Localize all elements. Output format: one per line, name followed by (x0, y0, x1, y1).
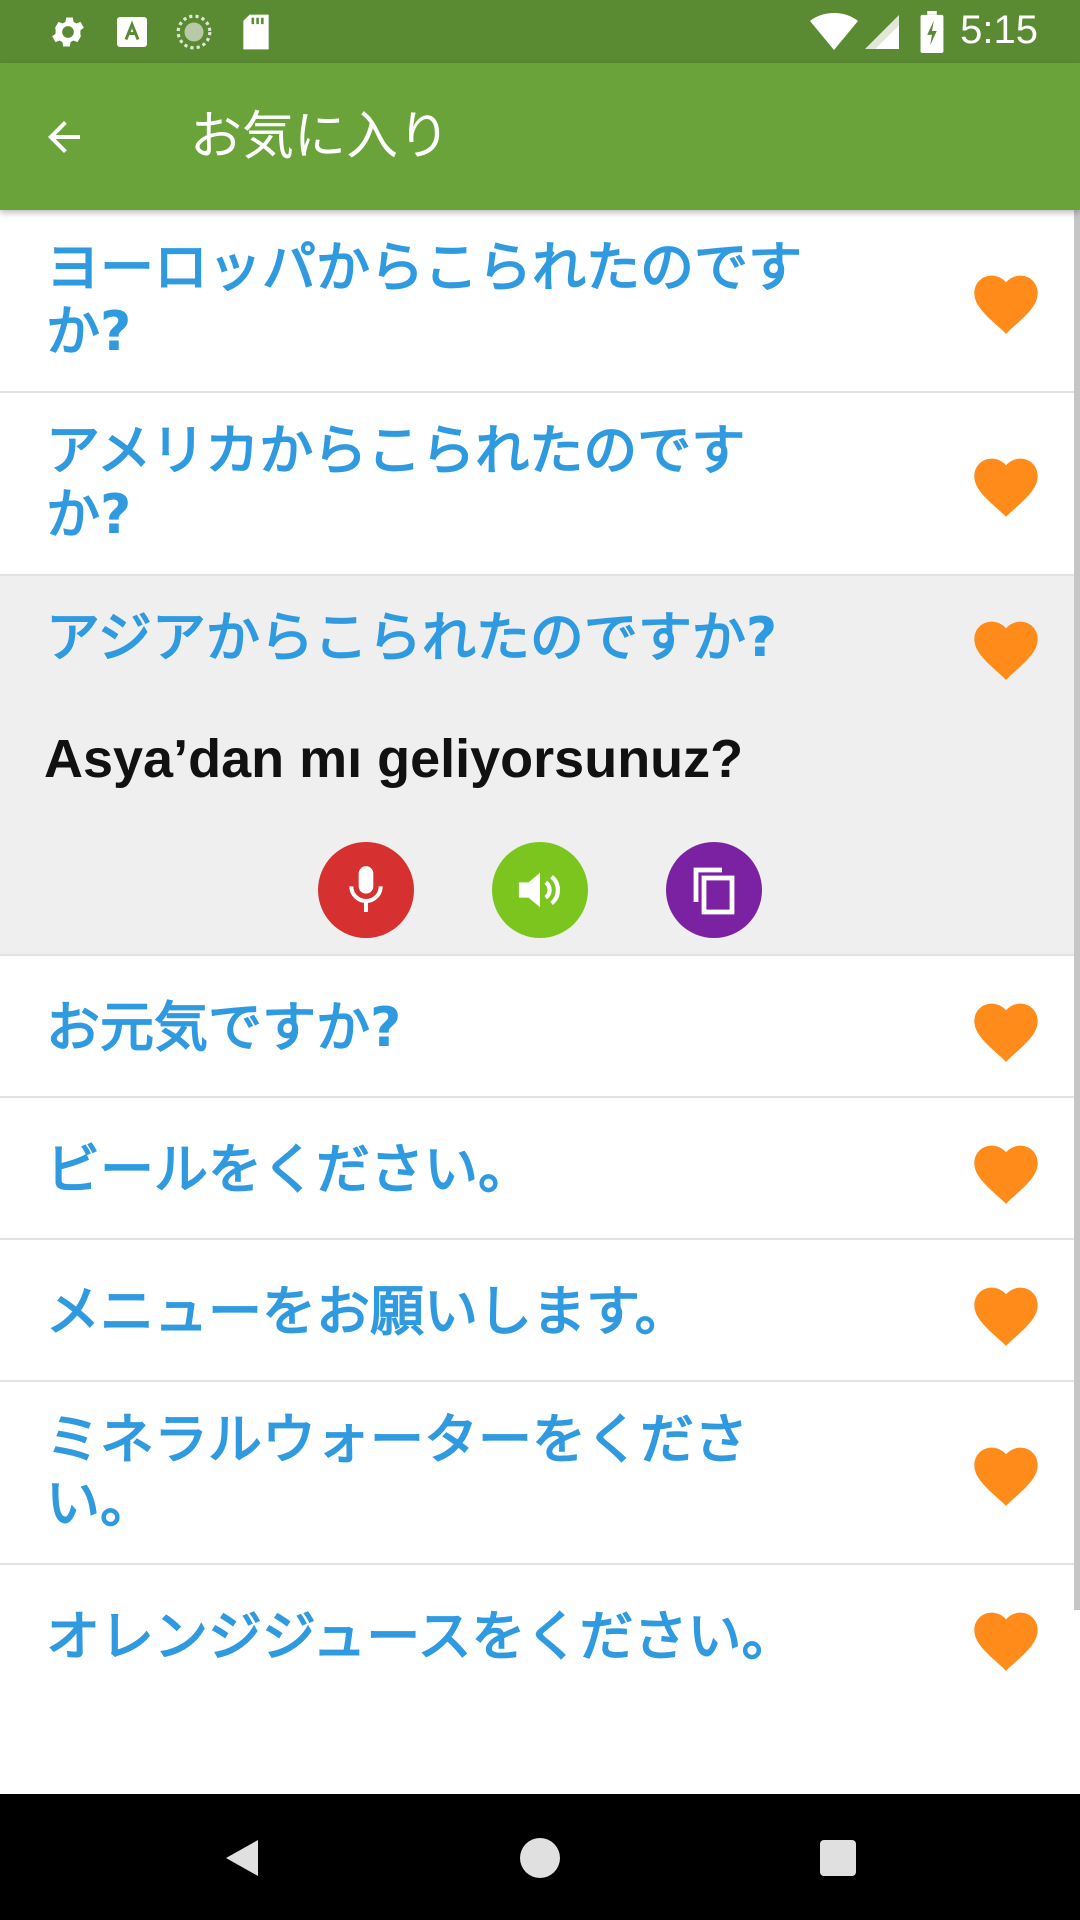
cell-signal-icon (862, 12, 902, 52)
nav-recents-icon (820, 1840, 856, 1876)
phrase-text: アメリカからこられたのですか? (46, 419, 746, 546)
list-item[interactable]: ミネラルウォーターをください。 (0, 1382, 1074, 1565)
phrase-text: お元気ですか? (46, 996, 402, 1059)
heart-icon[interactable] (968, 1438, 1044, 1508)
arrow-left-icon (48, 121, 80, 153)
heart-icon[interactable] (968, 612, 1044, 682)
sync-circle-icon (174, 12, 214, 52)
record-button[interactable] (318, 842, 414, 938)
clock: 5:15 (960, 8, 1038, 52)
status-bar: 5:15 (0, 0, 1080, 63)
phrase-text: メニューをお願いします。 (46, 1280, 689, 1343)
app-bar: お気に入り (0, 63, 1080, 210)
list-item[interactable]: ビールをください。 (0, 1098, 1074, 1240)
list-item[interactable]: メニューをお願いします。 (0, 1240, 1074, 1382)
action-buttons (0, 842, 1074, 938)
navigation-bar (0, 1794, 1080, 1920)
play-audio-button[interactable] (492, 842, 588, 938)
translation-text: Asya’dan mı geliyorsunuz? (44, 729, 744, 789)
nav-back-icon (226, 1840, 258, 1876)
heart-icon[interactable] (968, 994, 1044, 1064)
nav-back-button[interactable] (210, 1826, 274, 1890)
list-item[interactable]: お元気ですか? (0, 956, 1074, 1098)
phrase-text: ミネラルウォーターをください。 (46, 1408, 748, 1535)
microphone-icon (349, 866, 383, 912)
phrase-text: オレンジジュースをください。 (46, 1605, 796, 1668)
phrase-text: ビールをください。 (46, 1138, 532, 1201)
list-item[interactable]: オレンジジュースをください。 (0, 1565, 1074, 1715)
back-button[interactable] (30, 103, 98, 171)
phrase-text: アジアからこられたのですか? (46, 606, 778, 669)
nav-home-icon (520, 1838, 560, 1878)
nav-recents-button[interactable] (806, 1826, 870, 1890)
list-item-expanded[interactable]: アジアからこられたのですか? Asya’dan mı geliyorsunuz? (0, 576, 1074, 956)
gear-icon (48, 12, 88, 52)
heart-icon[interactable] (968, 449, 1044, 519)
wifi-icon (810, 12, 858, 52)
heart-icon[interactable] (968, 1136, 1044, 1206)
copy-icon (693, 867, 735, 915)
nav-home-button[interactable] (508, 1826, 572, 1890)
phrase-text: ヨーロッパからこられたのですか? (46, 236, 802, 363)
heart-icon[interactable] (968, 1603, 1044, 1673)
sd-card-icon (236, 12, 276, 52)
heart-icon[interactable] (968, 266, 1044, 336)
list-item[interactable]: アメリカからこられたのですか? (0, 393, 1074, 576)
favorites-list: ヨーロッパからこられたのですか? アメリカからこられたのですか? アジアからこら… (0, 210, 1074, 1715)
battery-charging-icon (914, 11, 950, 53)
font-a-icon (112, 12, 152, 52)
list-item[interactable]: ヨーロッパからこられたのですか? (0, 210, 1074, 393)
page-title: お気に入り (190, 107, 451, 167)
speaker-icon (518, 872, 560, 908)
scrollbar[interactable] (1074, 210, 1080, 1610)
heart-icon[interactable] (968, 1278, 1044, 1348)
copy-button[interactable] (666, 842, 762, 938)
